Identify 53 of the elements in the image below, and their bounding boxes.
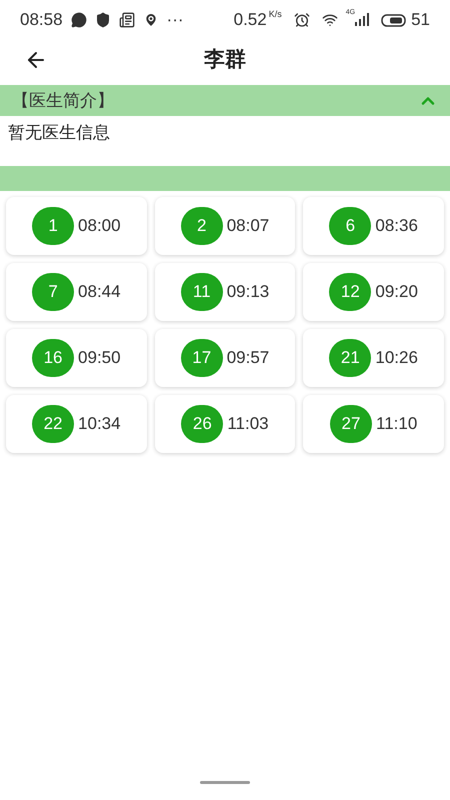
- slot-time: 10:34: [78, 413, 121, 436]
- network-speed: 0.52: [234, 9, 267, 32]
- slot-number: 11: [180, 273, 223, 311]
- chat-icon: [70, 12, 87, 28]
- speed-unit: K/s: [268, 8, 282, 21]
- page-title: 李群: [204, 47, 246, 74]
- home-indicator: [200, 781, 250, 784]
- time-slot-card[interactable]: 2 08:07: [154, 197, 296, 255]
- slot-time: 11:10: [376, 413, 418, 436]
- time-slot-card[interactable]: 17 09:57: [154, 329, 296, 387]
- time-slot-card[interactable]: 1 08:00: [6, 197, 147, 255]
- slot-time: 09:20: [375, 281, 418, 304]
- section-header[interactable]: 【医生简介】: [0, 85, 450, 116]
- alarm-icon: [294, 12, 310, 28]
- slot-time: 08:07: [226, 215, 270, 238]
- slot-number: 21: [329, 339, 372, 377]
- slot-time: 11:03: [227, 413, 269, 436]
- time-slot-card[interactable]: 12 09:20: [303, 263, 444, 321]
- slot-number: 16: [32, 339, 74, 377]
- slot-time: 09:13: [226, 281, 270, 304]
- slot-number: 22: [32, 405, 74, 443]
- section-title: 【医生简介】: [12, 90, 114, 112]
- slot-time: 09:57: [226, 347, 270, 370]
- slot-number: 27: [330, 405, 372, 443]
- time-slot-card[interactable]: 22 10:34: [6, 395, 147, 453]
- time-slot-card[interactable]: 11 09:13: [154, 263, 296, 321]
- slot-number: 1: [32, 207, 74, 245]
- slot-time: 09:50: [78, 347, 121, 370]
- battery-level: 51: [411, 9, 430, 32]
- wifi-icon: [322, 12, 338, 28]
- time-slot-card[interactable]: 6 08:36: [303, 197, 444, 255]
- slot-time: 08:00: [78, 215, 121, 238]
- time-slot-card[interactable]: 16 09:50: [6, 329, 147, 387]
- time-slot-card[interactable]: 21 10:26: [303, 329, 444, 387]
- slot-number: 2: [180, 207, 223, 245]
- slot-number: 7: [32, 273, 74, 311]
- time-slot-card[interactable]: 26 11:03: [154, 395, 296, 453]
- slot-time: 08:44: [78, 281, 121, 304]
- slot-number: 26: [181, 405, 224, 443]
- status-time: 08:58: [20, 9, 63, 32]
- time-slot-card[interactable]: 7 08:44: [6, 263, 147, 321]
- shield-icon: [94, 12, 111, 28]
- battery-icon: [381, 14, 408, 26]
- slot-number: 17: [180, 339, 223, 377]
- doctor-info-text: 暂无医生信息: [7, 122, 111, 144]
- news-icon: [118, 12, 135, 28]
- time-slot-card[interactable]: 27 11:10: [303, 395, 444, 453]
- slot-number: 12: [329, 273, 372, 311]
- slot-number: 6: [329, 207, 372, 245]
- slot-time: 08:36: [375, 215, 418, 238]
- signal-icon: [355, 13, 370, 27]
- slot-time: 10:26: [375, 347, 418, 370]
- more-notifications: ···: [166, 9, 184, 32]
